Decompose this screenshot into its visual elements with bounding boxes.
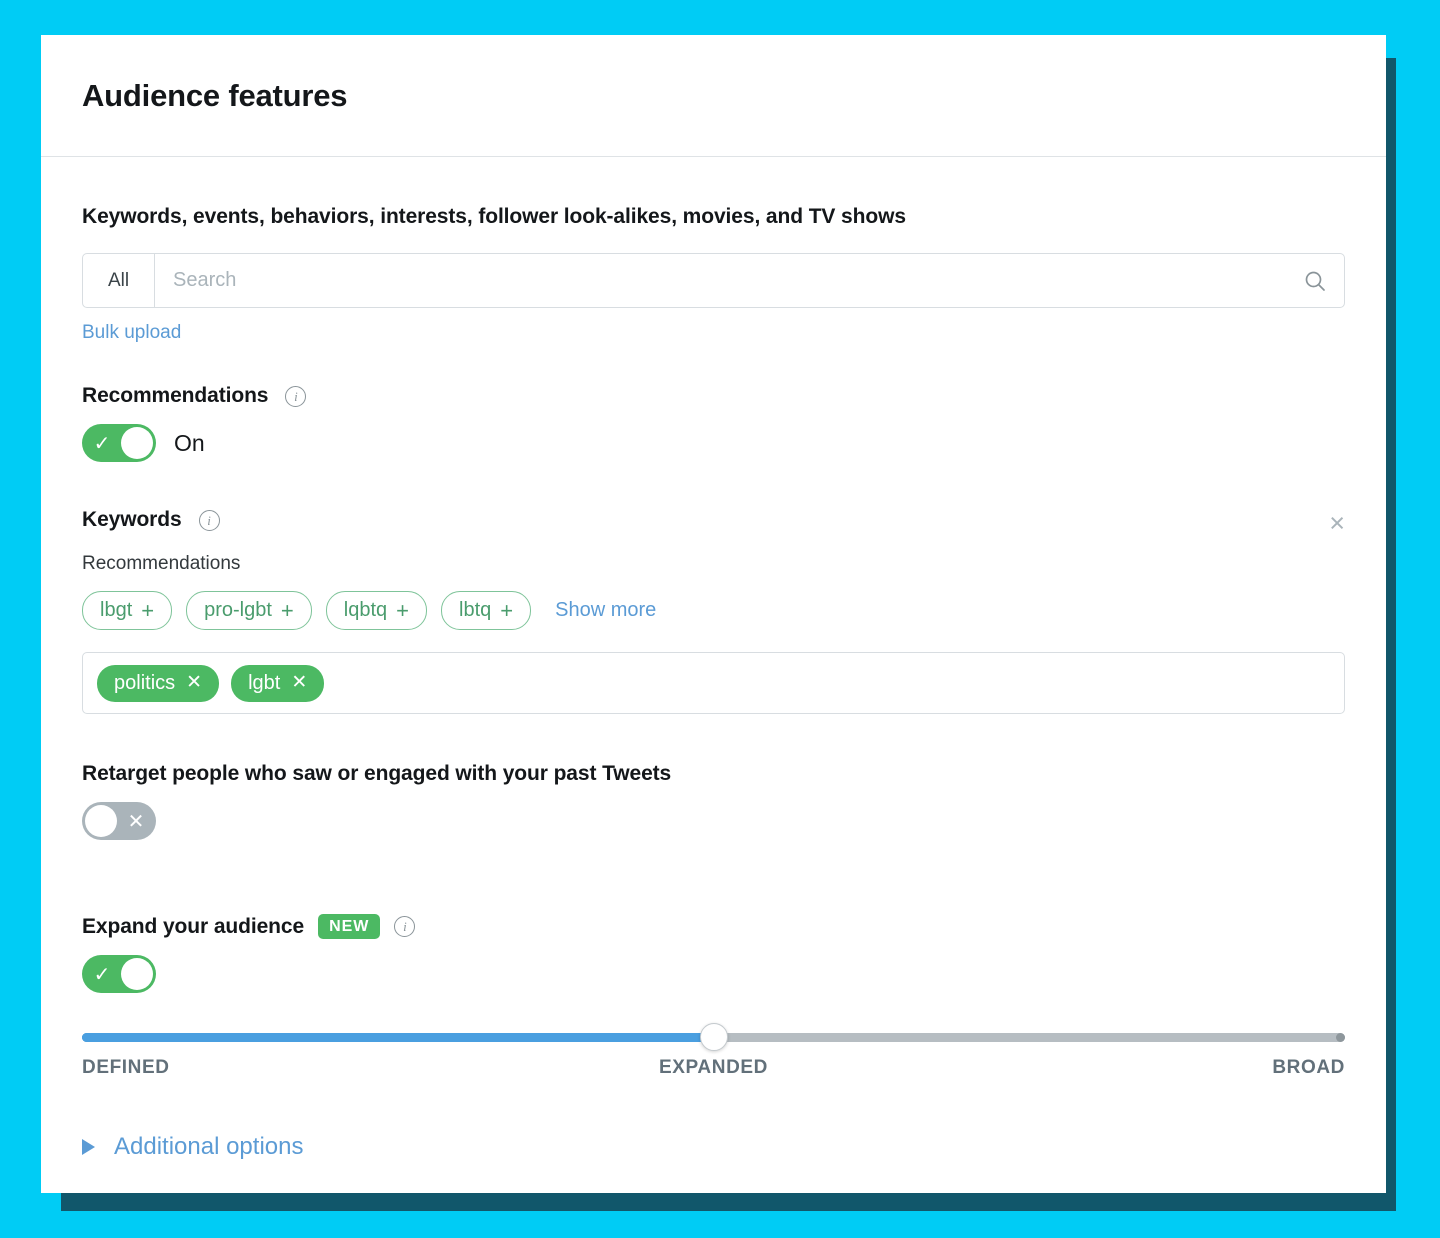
page-title: Audience features <box>82 77 348 113</box>
slider-labels: DEFINED EXPANDED BROAD <box>82 1057 1345 1079</box>
plus-icon: + <box>141 598 155 623</box>
slider-label-min: DEFINED <box>82 1057 170 1079</box>
slider-label-mid: EXPANDED <box>659 1057 768 1079</box>
audience-breadth-slider[interactable] <box>82 1023 1345 1052</box>
recommendations-heading-row: Recommendations i <box>82 384 1345 408</box>
toggle-knob <box>121 427 153 459</box>
close-icon[interactable]: ✕ <box>291 672 307 694</box>
info-icon[interactable]: i <box>198 509 220 531</box>
plus-icon: + <box>396 598 410 623</box>
slider-tick-max <box>1336 1033 1345 1043</box>
card-header: Audience features <box>41 35 1386 157</box>
chip-label: pro-lgbt <box>204 599 272 622</box>
bulk-upload-link[interactable]: Bulk upload <box>82 322 181 344</box>
audience-features-card: Audience features Keywords, events, beha… <box>41 35 1386 1193</box>
plus-icon: + <box>280 598 294 623</box>
chip-label: lqbtq <box>343 599 388 622</box>
slider-label-max: BROAD <box>1272 1057 1345 1079</box>
recommendations-heading: Recommendations <box>82 384 269 407</box>
expand-audience-section: Expand your audience NEW i ✓ DEFINED EXP… <box>82 914 1345 1079</box>
chip-label: lbtq <box>459 599 492 622</box>
targeting-search-heading: Keywords, events, behaviors, interests, … <box>82 205 906 228</box>
keyword-suggestion-list: lbgt + pro-lgbt + lqbtq + lbtq + Show mo… <box>82 591 1345 631</box>
close-icon[interactable]: ✕ <box>186 672 202 694</box>
recommendations-section: Recommendations i ✓ On <box>82 384 1345 462</box>
keyword-suggestion-chip[interactable]: lbtq + <box>441 591 532 631</box>
keywords-heading: Keywords <box>82 508 182 531</box>
selected-keywords-input[interactable]: politics ✕ lgbt ✕ <box>82 652 1345 715</box>
remove-keywords-section-icon[interactable]: × <box>1329 510 1345 537</box>
targeting-search-row: All <box>82 253 1345 308</box>
expand-audience-heading: Expand your audience <box>82 914 305 938</box>
expand-audience-toggle[interactable]: ✓ <box>82 955 156 994</box>
recommendations-toggle-row: ✓ On <box>82 424 1345 462</box>
search-icon[interactable] <box>1286 254 1344 307</box>
targeting-search-section: Keywords, events, behaviors, interests, … <box>82 205 1345 344</box>
card-body: Keywords, events, behaviors, interests, … <box>41 157 1386 1161</box>
search-scope-selector[interactable]: All <box>83 254 155 307</box>
check-icon: ✓ <box>93 963 111 986</box>
recommendations-toggle-label: On <box>174 429 205 456</box>
toggle-knob <box>85 805 117 838</box>
additional-options-label: Additional options <box>114 1133 304 1161</box>
triangle-right-icon <box>82 1139 95 1156</box>
retarget-section: Retarget people who saw or engaged with … <box>82 762 1345 841</box>
check-icon: ✓ <box>93 432 111 455</box>
retarget-toggle-row: ✕ <box>82 802 1345 841</box>
keywords-section: × Keywords i Recommendations lbgt + pro-… <box>82 508 1345 715</box>
chip-label: lbgt <box>100 599 133 622</box>
show-more-link[interactable]: Show more <box>555 599 656 622</box>
keyword-recommendations-label: Recommendations <box>82 553 241 574</box>
keyword-suggestion-chip[interactable]: lbgt + <box>82 591 173 631</box>
expand-audience-heading-row: Expand your audience NEW i <box>82 914 1345 940</box>
selected-keyword-chip[interactable]: politics ✕ <box>97 664 220 702</box>
retarget-heading: Retarget people who saw or engaged with … <box>82 762 672 786</box>
toggle-knob <box>121 958 153 991</box>
selected-keyword-chip[interactable]: lgbt ✕ <box>231 664 325 702</box>
expand-audience-toggle-row: ✓ <box>82 955 1345 994</box>
slider-fill <box>82 1033 714 1043</box>
close-icon: ✕ <box>127 810 145 833</box>
keyword-suggestion-chip[interactable]: pro-lgbt + <box>186 591 312 631</box>
chip-label: lgbt <box>248 671 281 694</box>
keywords-heading-row: Keywords i <box>82 508 1345 532</box>
chip-label: politics <box>114 671 176 694</box>
search-input[interactable] <box>155 254 1286 307</box>
info-icon[interactable]: i <box>285 385 307 407</box>
plus-icon: + <box>500 598 514 623</box>
info-icon[interactable]: i <box>394 916 416 938</box>
retarget-toggle[interactable]: ✕ <box>82 802 156 841</box>
slider-handle[interactable] <box>699 1023 728 1052</box>
new-badge: NEW <box>318 914 381 940</box>
keyword-suggestion-chip[interactable]: lqbtq + <box>325 591 428 631</box>
additional-options-toggle[interactable]: Additional options <box>82 1133 1345 1161</box>
recommendations-toggle[interactable]: ✓ <box>82 424 156 462</box>
